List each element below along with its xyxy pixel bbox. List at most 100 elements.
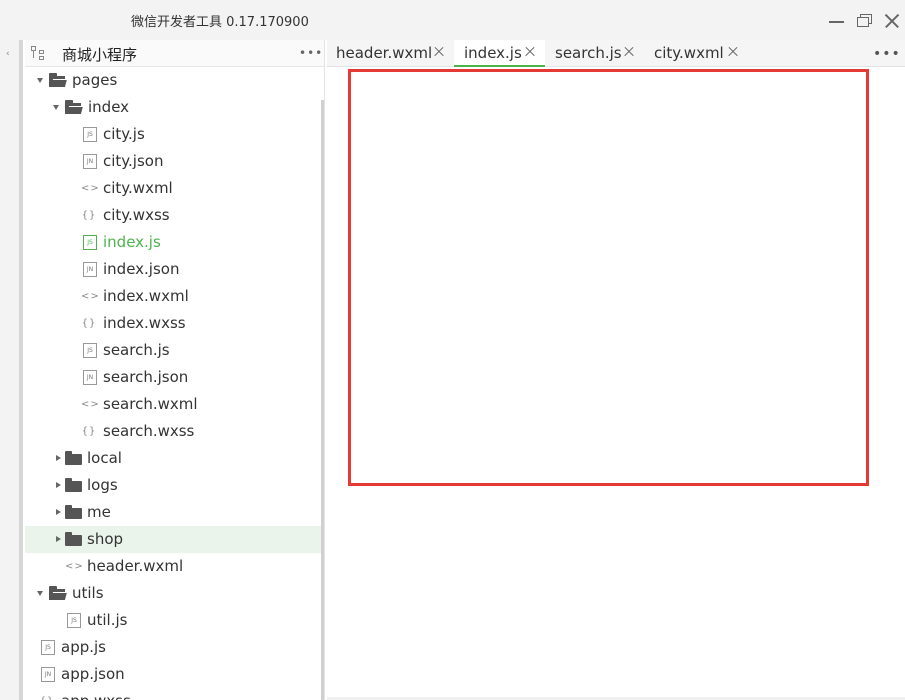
project-title: 商城小程序 — [62, 46, 138, 64]
open-folder-icon — [49, 586, 68, 600]
close-tab-icon[interactable] — [624, 46, 634, 56]
expanded-arrow-icon[interactable] — [37, 591, 43, 596]
left-panel-strip: ‹ — [0, 40, 23, 700]
tree-item-label: city.js — [103, 125, 145, 143]
json-file-icon: JN — [83, 370, 97, 385]
tree-item-label: city.json — [103, 152, 164, 170]
style-file-icon: {} — [81, 318, 97, 329]
close-tab-icon[interactable] — [728, 46, 738, 56]
tree-item-label: utils — [72, 584, 104, 602]
folder-icon — [65, 505, 82, 519]
tab-label: search.js — [555, 44, 622, 62]
tree-item-label: search.wxml — [103, 395, 198, 413]
code-editor[interactable] — [327, 67, 905, 700]
tree-item-label: index.wxml — [103, 287, 189, 305]
tree-item-label: index.json — [103, 260, 180, 278]
tree-folder-index[interactable]: index — [25, 94, 321, 121]
style-file-icon: {} — [39, 694, 55, 700]
tree-file-index-js[interactable]: JS index.js — [25, 229, 321, 256]
tab-label: header.wxml — [336, 44, 433, 62]
tree-file-app-wxss[interactable]: {} app.wxss — [25, 688, 321, 700]
tree-file-app-js[interactable]: JS app.js — [25, 634, 321, 661]
tree-file-header-wxml[interactable]: <> header.wxml — [25, 553, 321, 580]
tree-file-util-js[interactable]: JS util.js — [25, 607, 321, 634]
tree-folder-shop[interactable]: shop — [25, 526, 321, 553]
code-file-icon: <> — [65, 561, 84, 572]
editor-tab-bar: header.wxml index.js search.js city.wxml… — [327, 40, 905, 67]
js-file-icon: JS — [41, 640, 55, 655]
tab-header-wxml[interactable]: header.wxml — [327, 40, 453, 67]
json-file-icon: JN — [83, 154, 97, 169]
tree-item-label: util.js — [87, 611, 128, 629]
tree-item-label: city.wxss — [103, 206, 170, 224]
js-file-icon: JS — [83, 127, 97, 142]
tree-file-index-wxss[interactable]: {} index.wxss — [25, 310, 321, 337]
tree-file-search-js[interactable]: JS search.js — [25, 337, 321, 364]
expanded-arrow-icon[interactable] — [53, 105, 59, 110]
code-file-icon: <> — [81, 399, 100, 410]
open-folder-icon — [49, 73, 68, 87]
file-explorer: 商城小程序 ••• pages index JS city.js JN city… — [25, 40, 325, 700]
more-options-icon[interactable]: ••• — [299, 46, 322, 60]
collapsed-arrow-icon[interactable] — [56, 455, 61, 461]
tree-file-index-json[interactable]: JN index.json — [25, 256, 321, 283]
tree-item-label: search.wxss — [103, 422, 195, 440]
folder-icon — [65, 478, 82, 492]
maximize-icon[interactable] — [856, 12, 874, 30]
tree-file-search-json[interactable]: JN search.json — [25, 364, 321, 391]
expanded-arrow-icon[interactable] — [37, 78, 43, 83]
tree-item-label: index — [88, 98, 130, 116]
tree-item-label: app.wxss — [61, 692, 131, 700]
tab-city-wxml[interactable]: city.wxml — [645, 40, 749, 67]
left-scrollbar[interactable] — [19, 40, 23, 700]
tree-folder-pages[interactable]: pages — [25, 67, 321, 94]
tree-folder-me[interactable]: me — [25, 499, 321, 526]
collapsed-arrow-icon[interactable] — [56, 536, 61, 542]
tree-file-city-json[interactable]: JN city.json — [25, 148, 321, 175]
close-tab-icon[interactable] — [434, 46, 444, 56]
tree-folder-local[interactable]: local — [25, 445, 321, 472]
tree-item-label: me — [87, 503, 111, 521]
tree-item-label: local — [87, 449, 122, 467]
style-file-icon: {} — [81, 426, 97, 437]
tree-item-label: pages — [72, 71, 118, 89]
tree-file-index-wxml[interactable]: <> index.wxml — [25, 283, 321, 310]
tree-item-label: shop — [87, 530, 124, 548]
tree-item-label: app.json — [61, 665, 125, 683]
code-file-icon: <> — [81, 291, 100, 302]
json-file-icon: JN — [41, 667, 55, 682]
tab-label: index.js — [464, 44, 522, 62]
tab-search-js[interactable]: search.js — [546, 40, 644, 67]
tree-item-label: app.js — [61, 638, 106, 656]
tree-file-search-wxss[interactable]: {} search.wxss — [25, 418, 321, 445]
tree-item-label: header.wxml — [87, 557, 184, 575]
highlight-box — [348, 69, 869, 486]
style-file-icon: {} — [81, 210, 97, 221]
tree-item-label: index.js — [103, 233, 161, 251]
tree-folder-utils[interactable]: utils — [25, 580, 321, 607]
close-tab-icon[interactable] — [525, 46, 535, 56]
tree-item-label: city.wxml — [103, 179, 173, 197]
tree-item-label: index.wxss — [103, 314, 186, 332]
open-folder-icon — [65, 100, 84, 114]
minimize-icon[interactable] — [828, 12, 846, 30]
tree-file-city-wxml[interactable]: <> city.wxml — [25, 175, 321, 202]
explorer-header: 商城小程序 ••• — [25, 40, 324, 67]
more-tabs-icon[interactable]: ••• — [873, 46, 901, 62]
tree-file-city-js[interactable]: JS city.js — [25, 121, 321, 148]
collapsed-arrow-icon[interactable] — [56, 509, 61, 515]
code-file-icon: <> — [81, 183, 100, 194]
js-file-icon: JS — [83, 235, 97, 250]
tree-file-city-wxss[interactable]: {} city.wxss — [25, 202, 321, 229]
tree-file-app-json[interactable]: JN app.json — [25, 661, 321, 688]
tree-structure-icon[interactable] — [30, 45, 46, 61]
tree-item-label: search.js — [103, 341, 170, 359]
collapsed-arrow-icon[interactable] — [56, 482, 61, 488]
close-icon[interactable] — [883, 12, 901, 30]
tab-index-js[interactable]: index.js — [454, 40, 545, 67]
tree-file-search-wxml[interactable]: <> search.wxml — [25, 391, 321, 418]
collapse-arrow-icon[interactable]: ‹ — [6, 49, 12, 59]
explorer-scrollbar[interactable] — [321, 100, 324, 700]
js-file-icon: JS — [83, 343, 97, 358]
tree-folder-logs[interactable]: logs — [25, 472, 321, 499]
